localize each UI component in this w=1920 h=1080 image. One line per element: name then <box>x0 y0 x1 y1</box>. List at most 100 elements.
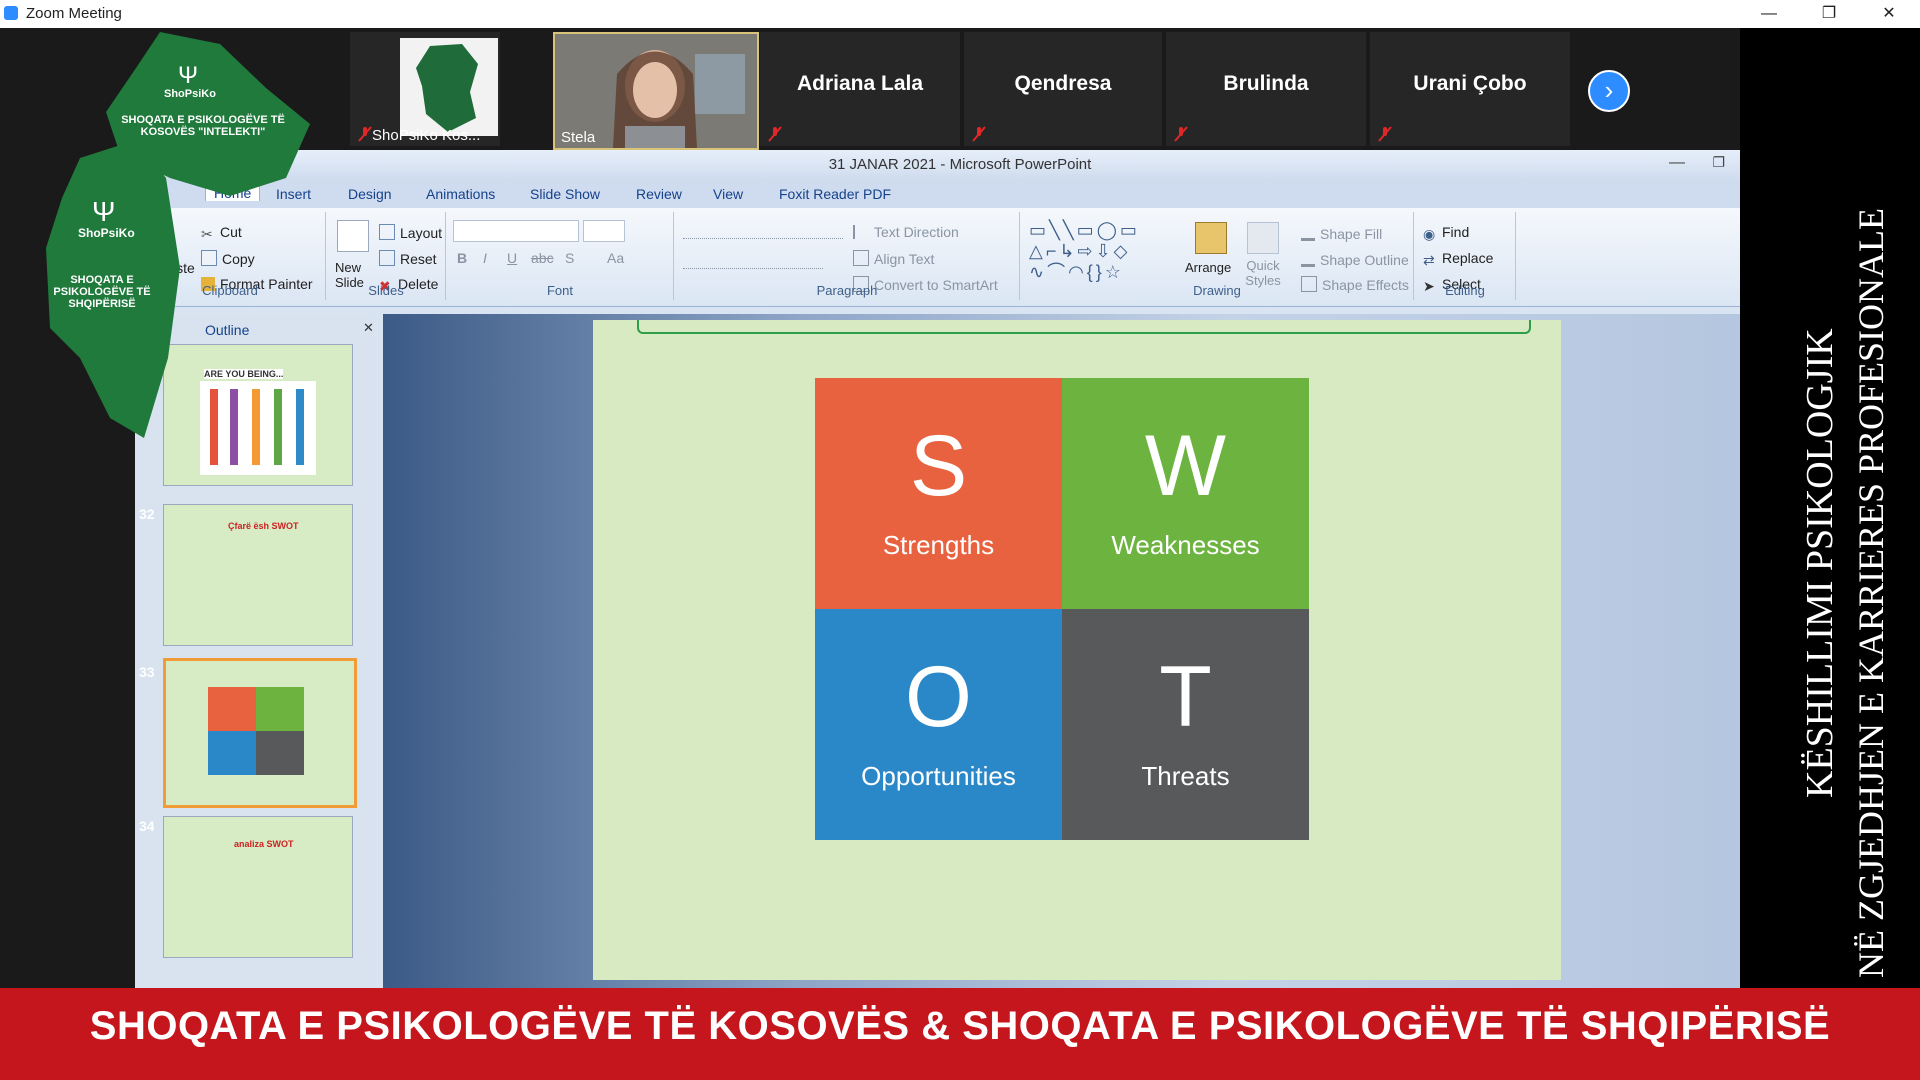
next-participants-icon[interactable]: › <box>1588 70 1630 112</box>
alignment-buttons[interactable] <box>683 252 823 269</box>
font-name-select[interactable] <box>453 220 579 242</box>
arrange-button[interactable]: Arrange <box>1185 260 1231 275</box>
ppt-title-bar: 31 JANAR 2021 - Microsoft PowerPoint — ❐… <box>135 150 1785 180</box>
swot-letter: O <box>905 649 972 745</box>
psi-symbol-icon: Ψ <box>92 196 116 227</box>
vertical-banner-line1: KËSHILLIMI PSIKOLOGJIK <box>1799 328 1841 798</box>
italic-button[interactable]: I <box>483 250 487 266</box>
muted-mic-icon <box>358 126 372 142</box>
tab-foxit-reader-pdf[interactable]: Foxit Reader PDF <box>779 186 891 202</box>
slide-thumbnail-selected[interactable] <box>163 658 357 808</box>
zoom-title-bar: Zoom Meeting — ❐ ✕ <box>0 0 1920 29</box>
logo-top-text: SHOQATA E PSIKOLOGËVE TË KOSOVËS "INTELE… <box>121 114 285 138</box>
slide-thumbnail[interactable]: Çfarë ësh SWOT <box>163 504 353 646</box>
participant-name: Brulinda <box>1223 72 1309 95</box>
slides-group: New Slide Layout Reset ✖ Delete Slides <box>327 212 446 300</box>
tab-design[interactable]: Design <box>348 186 392 202</box>
muted-mic-icon <box>1174 126 1188 142</box>
paragraph-group: Text Direction Align Text Convert to Sma… <box>675 212 1020 300</box>
reset-button[interactable]: Reset <box>379 250 437 267</box>
text-direction-icon <box>853 225 869 239</box>
shape-fill-button[interactable]: Shape Fill <box>1301 224 1382 242</box>
minimize-button[interactable]: — <box>1746 2 1792 26</box>
ribbon: Paste ✂Cut Copy Format Painter Clipboard… <box>135 208 1785 307</box>
close-button[interactable]: ✕ <box>1866 2 1912 26</box>
tab-animations[interactable]: Animations <box>426 186 495 202</box>
participant-tile[interactable]: Adriana Lala <box>760 32 960 146</box>
drawing-group: ▭╲╲▭◯▭ △⌐↳⇨⇩◇ ∿⌒◠{}☆ Arrange Quick Styles … <box>1021 212 1414 300</box>
thumbnail-title: Çfarë ësh SWOT <box>228 521 299 531</box>
participant-name: Adriana Lala <box>796 72 924 95</box>
binoculars-icon: ◉ <box>1423 226 1436 242</box>
swot-grid: S Strengths W Weaknesses O Opportunities… <box>815 378 1309 840</box>
logo-bottom-name: ShoPsiKo <box>78 226 135 240</box>
thumbnail-o <box>208 731 256 775</box>
pen-icon <box>1301 250 1315 267</box>
tab-view[interactable]: View <box>713 186 743 202</box>
change-case-button[interactable]: Aa <box>607 250 624 266</box>
logo-top-name: ShoPsiKo <box>164 88 216 100</box>
participant-tile[interactable]: Brulinda <box>1166 32 1366 146</box>
align-text-button[interactable]: Align Text <box>853 250 934 267</box>
group-label: Font <box>546 283 573 298</box>
ppt-minimize-button[interactable]: — <box>1669 154 1685 172</box>
tab-review[interactable]: Review <box>636 186 682 202</box>
list-buttons[interactable] <box>683 222 843 239</box>
underline-button[interactable]: U <box>507 250 517 266</box>
swot-weaknesses: W Weaknesses <box>1062 378 1309 609</box>
participant-name: ShoPsiKo Kos... <box>372 127 481 144</box>
ppt-restore-button[interactable]: ❐ <box>1712 154 1725 171</box>
swot-word: Opportunities <box>861 761 1016 791</box>
slide-thumbnail[interactable]: analiza SWOT <box>163 816 353 958</box>
replace-icon: ⇄ <box>1423 252 1435 268</box>
participant-name: Stela <box>561 129 596 146</box>
thumbnail-s <box>208 687 256 731</box>
psi-symbol-icon: Ψ <box>178 62 199 89</box>
replace-button[interactable]: ⇄ Replace <box>1423 250 1493 268</box>
ribbon-tabs: Home Insert Design Animations Slide Show… <box>135 180 1785 208</box>
paint-bucket-icon <box>1301 224 1315 241</box>
restore-button[interactable]: ❐ <box>1806 2 1852 26</box>
slide-number: 32 <box>139 506 155 522</box>
text-direction-button[interactable]: Text Direction <box>853 224 959 240</box>
swot-letter: S <box>909 418 968 514</box>
reset-icon <box>379 250 395 266</box>
find-button[interactable]: ◉ Find <box>1423 224 1469 242</box>
group-label: Slides <box>368 283 404 298</box>
participant-tile[interactable]: ShoPsiKo Kos... <box>350 32 500 146</box>
layout-button[interactable]: Layout <box>379 224 442 241</box>
swot-strengths: S Strengths <box>815 378 1062 609</box>
thumbnail-t <box>256 731 304 775</box>
bottom-banner-text: SHOQATA E PSIKOLOGËVE TË KOSOVËS & SHOQA… <box>89 1004 1831 1048</box>
logo-bottom-text: SHOQATA E PSIKOLOGËVE TË SHQIPËRISË <box>53 274 151 310</box>
swot-letter: W <box>1144 418 1227 514</box>
font-size-select[interactable] <box>583 220 625 242</box>
window-title: Zoom Meeting <box>26 5 122 22</box>
group-label: Drawing <box>1193 283 1241 298</box>
participant-tile[interactable]: Urani Çobo <box>1370 32 1570 146</box>
tab-slide-show[interactable]: Slide Show <box>530 186 600 202</box>
bottom-banner: SHOQATA E PSIKOLOGËVE TË KOSOVËS & SHOQA… <box>0 988 1920 1080</box>
swot-word: Weaknesses <box>1111 530 1260 560</box>
bold-button[interactable]: B <box>457 250 467 266</box>
swot-threats: T Threats <box>1062 609 1309 840</box>
shapes-gallery[interactable]: ▭╲╲▭◯▭ △⌐↳⇨⇩◇ ∿⌒◠{}☆ <box>1029 220 1179 284</box>
strikethrough-button[interactable]: abc <box>531 250 554 266</box>
swot-letter: T <box>1159 649 1212 745</box>
muted-mic-icon <box>972 126 986 142</box>
participant-tile[interactable]: Qendresa <box>964 32 1162 146</box>
align-text-icon <box>853 250 869 266</box>
thumbnail-w <box>256 687 304 731</box>
muted-mic-icon <box>768 126 782 142</box>
shape-outline-button[interactable]: Shape Outline <box>1301 250 1409 268</box>
new-slide-icon <box>337 220 369 252</box>
close-panel-icon[interactable]: ✕ <box>363 320 374 336</box>
swot-word: Strengths <box>882 530 995 560</box>
shadow-button[interactable]: S <box>565 250 574 266</box>
arrange-icon <box>1195 222 1227 254</box>
participant-tile-active[interactable]: Stela <box>553 32 759 150</box>
participant-name: Qendresa <box>1014 72 1112 95</box>
zoom-app-icon <box>4 6 18 20</box>
thumbnail-title: analiza SWOT <box>234 839 294 849</box>
font-group: B I U abc S Aa Font <box>447 212 674 300</box>
